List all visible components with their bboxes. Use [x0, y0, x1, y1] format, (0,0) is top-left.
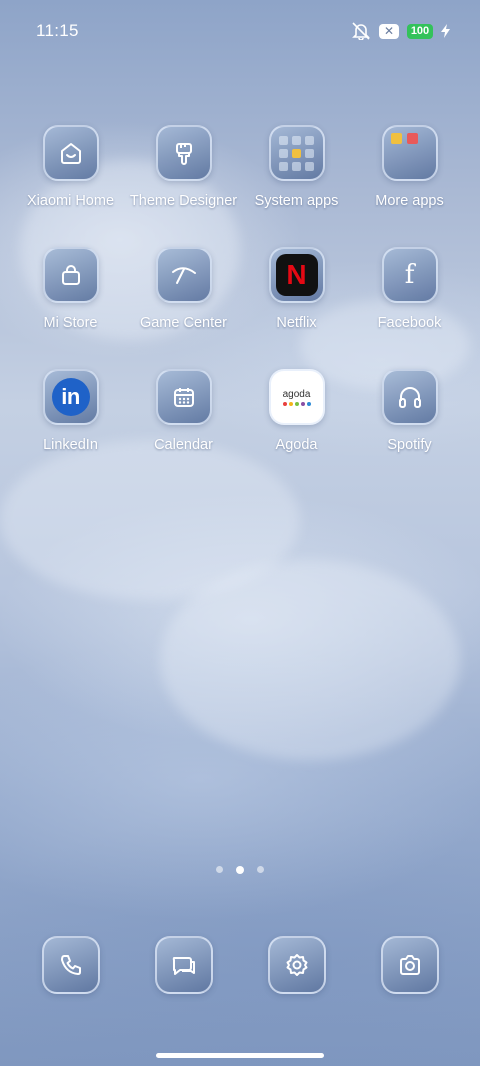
- linkedin-glyph: in: [61, 384, 80, 409]
- folder-more-apps[interactable]: More apps: [353, 125, 466, 209]
- page-dot-active[interactable]: [236, 865, 244, 874]
- app-label: Agoda: [275, 437, 318, 453]
- dock-settings-button[interactable]: [268, 936, 326, 994]
- status-time: 11:15: [36, 21, 79, 40]
- app-spotify[interactable]: Spotify: [353, 369, 466, 453]
- app-label: Netflix: [276, 315, 317, 331]
- app-label: LinkedIn: [43, 437, 98, 453]
- app-label: Spotify: [387, 437, 432, 453]
- app-netflix[interactable]: N Netflix: [240, 247, 353, 331]
- xiaomi-home-icon[interactable]: [42, 125, 99, 181]
- netflix-icon[interactable]: N: [268, 247, 325, 303]
- app-theme-designer[interactable]: Theme Designer: [127, 125, 240, 209]
- agoda-icon[interactable]: agoda: [268, 369, 325, 425]
- app-mi-store[interactable]: Mi Store: [14, 247, 127, 331]
- facebook-glyph: f: [404, 260, 415, 290]
- app-label: More apps: [375, 193, 444, 209]
- charging-icon: [441, 24, 450, 38]
- agoda-logo: agoda: [282, 388, 311, 406]
- app-label: System apps: [254, 193, 339, 209]
- agoda-dots: [282, 401, 311, 406]
- app-xiaomi-home[interactable]: Xiaomi Home: [14, 125, 127, 209]
- battery-icon: 100: [407, 23, 433, 39]
- folder-preview: [279, 135, 314, 171]
- status-icons: ✕ 100: [351, 22, 450, 40]
- linkedin-icon[interactable]: in: [42, 369, 99, 425]
- app-label: Theme Designer: [129, 193, 238, 209]
- home-gesture-bar[interactable]: [156, 1053, 324, 1058]
- app-linkedin[interactable]: in LinkedIn: [14, 369, 127, 453]
- calendar-icon[interactable]: [155, 369, 212, 425]
- shopping-bag-icon[interactable]: [42, 247, 99, 303]
- linkedin-logo: in: [51, 378, 90, 416]
- notification-badge: ✕: [379, 23, 399, 39]
- folder-icon[interactable]: [381, 125, 438, 181]
- app-label: Calendar: [154, 437, 213, 453]
- wallpaper-snow: [160, 560, 460, 760]
- netflix-glyph: N: [286, 259, 307, 290]
- dock-phone-button[interactable]: [42, 936, 100, 994]
- status-bar: 11:15 ✕ 100: [0, 0, 480, 62]
- dock-messages-button[interactable]: [155, 936, 213, 994]
- camera-icon: [400, 955, 420, 975]
- headphones-icon[interactable]: [381, 369, 438, 425]
- page-dot[interactable]: [257, 866, 264, 873]
- folder-preview: [390, 133, 418, 144]
- app-calendar[interactable]: Calendar: [127, 369, 240, 453]
- mute-icon: [351, 22, 371, 40]
- app-label: Game Center: [139, 315, 228, 331]
- app-label: Facebook: [377, 315, 442, 331]
- theme-brush-icon[interactable]: [155, 125, 212, 181]
- folder-system-apps[interactable]: System apps: [240, 125, 353, 209]
- page-indicator: [0, 865, 480, 874]
- app-agoda[interactable]: agoda Agoda: [240, 369, 353, 453]
- dock-camera-button[interactable]: [381, 936, 439, 994]
- page-dot[interactable]: [216, 866, 223, 873]
- gear-icon: [286, 954, 308, 976]
- app-facebook[interactable]: f Facebook: [353, 247, 466, 331]
- messages-icon: [172, 957, 195, 975]
- facebook-icon[interactable]: f: [381, 247, 438, 303]
- game-center-icon[interactable]: [155, 247, 212, 303]
- app-game-center[interactable]: Game Center: [127, 247, 240, 331]
- phone-icon: [61, 955, 81, 975]
- app-label: Xiaomi Home: [26, 193, 115, 209]
- netflix-logo: N: [275, 254, 318, 296]
- app-label: Mi Store: [43, 315, 98, 331]
- folder-icon[interactable]: [268, 125, 325, 181]
- agoda-glyph: agoda: [282, 388, 311, 400]
